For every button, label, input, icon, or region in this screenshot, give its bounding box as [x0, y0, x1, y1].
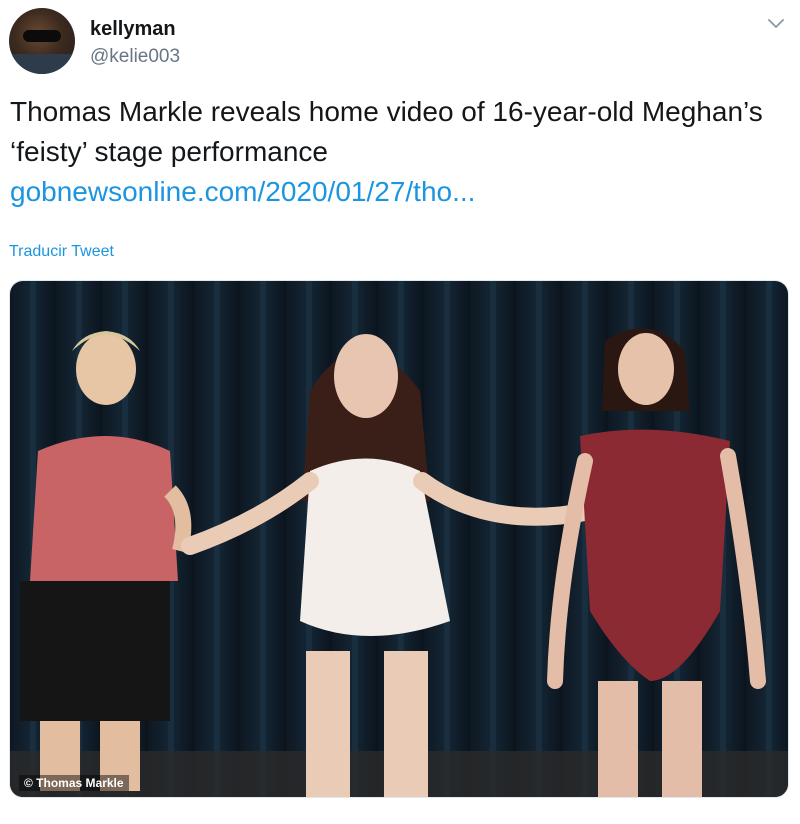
tweet-body: Thomas Markle reveals home video of 16-y…: [10, 96, 763, 167]
user-name[interactable]: kellyman: [90, 18, 176, 41]
tweet-text: Thomas Markle reveals home video of 16-y…: [10, 92, 780, 212]
chevron-down-icon[interactable]: [766, 14, 786, 34]
sunglasses-shape: [23, 30, 61, 42]
tweet-link[interactable]: gobnewsonline.com/2020/01/27/tho...: [10, 172, 780, 212]
tweet-media-image[interactable]: © Thomas Markle: [9, 280, 789, 798]
avatar[interactable]: [9, 8, 75, 74]
user-handle[interactable]: @kelie003: [90, 46, 180, 68]
stage-photo: [10, 281, 788, 797]
photo-credit: © Thomas Markle: [19, 775, 129, 791]
shirt-shape: [9, 54, 75, 74]
translate-tweet-link[interactable]: Traducir Tweet: [9, 243, 114, 261]
